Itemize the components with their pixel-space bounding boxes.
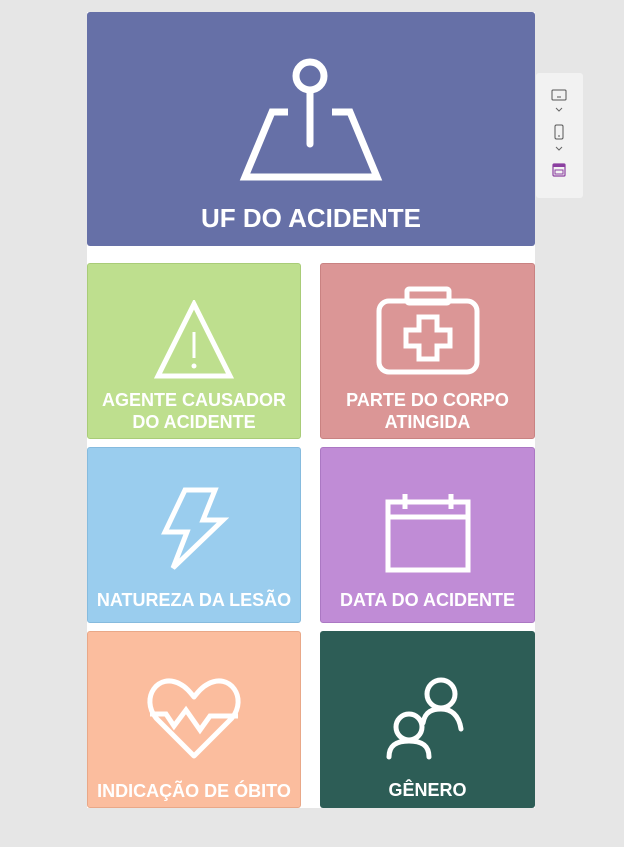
tile-natureza-da-lesao[interactable]: NATUREZA DA LESÃO (87, 447, 301, 623)
tile-data-do-acidente[interactable]: DATA DO ACIDENTE (320, 447, 535, 623)
tile-label: AGENTE CAUSADOR DO ACIDENTE (101, 390, 286, 432)
first-aid-kit-icon (376, 286, 479, 375)
calendar-icon (385, 494, 470, 573)
tile-label: NATUREZA DA LESÃO (96, 590, 292, 610)
tile-label: GÊNERO (388, 780, 467, 800)
tile-label: UF DO ACIDENTE (200, 203, 422, 233)
warning-icon (154, 300, 234, 379)
tile-label: DATA DO ACIDENTE (340, 590, 515, 610)
view-side-pane (536, 73, 583, 198)
map-pin-icon (239, 58, 383, 181)
chevron-down-icon[interactable] (555, 107, 563, 113)
page-view-button[interactable] (552, 163, 566, 182)
phone-view-button[interactable] (554, 124, 564, 145)
tile-label: PARTE DO CORPO ATINGIDA (346, 390, 509, 432)
tile-label: INDICAÇÃO DE ÓBITO (97, 781, 291, 801)
tile-agente-causador[interactable]: AGENTE CAUSADOR DO ACIDENTE (87, 263, 301, 439)
heartbeat-icon (147, 678, 241, 759)
desktop-view-icon (551, 89, 567, 101)
tile-genero[interactable]: GÊNERO (320, 631, 535, 808)
lightning-icon (161, 487, 229, 570)
people-icon (386, 677, 463, 760)
tile-indicacao-de-obito[interactable]: INDICAÇÃO DE ÓBITO (87, 631, 301, 808)
chevron-down-icon[interactable] (555, 146, 563, 152)
tile-parte-do-corpo[interactable]: PARTE DO CORPO ATINGIDA (320, 263, 535, 439)
tile-uf-do-acidente[interactable]: UF DO ACIDENTE (87, 12, 535, 246)
page-view-icon (552, 163, 566, 177)
desktop-view-button[interactable] (551, 88, 567, 106)
phone-view-icon (554, 124, 564, 140)
report-canvas: UF DO ACIDENTE AGENTE CAUSADOR DO ACIDEN… (87, 12, 535, 808)
